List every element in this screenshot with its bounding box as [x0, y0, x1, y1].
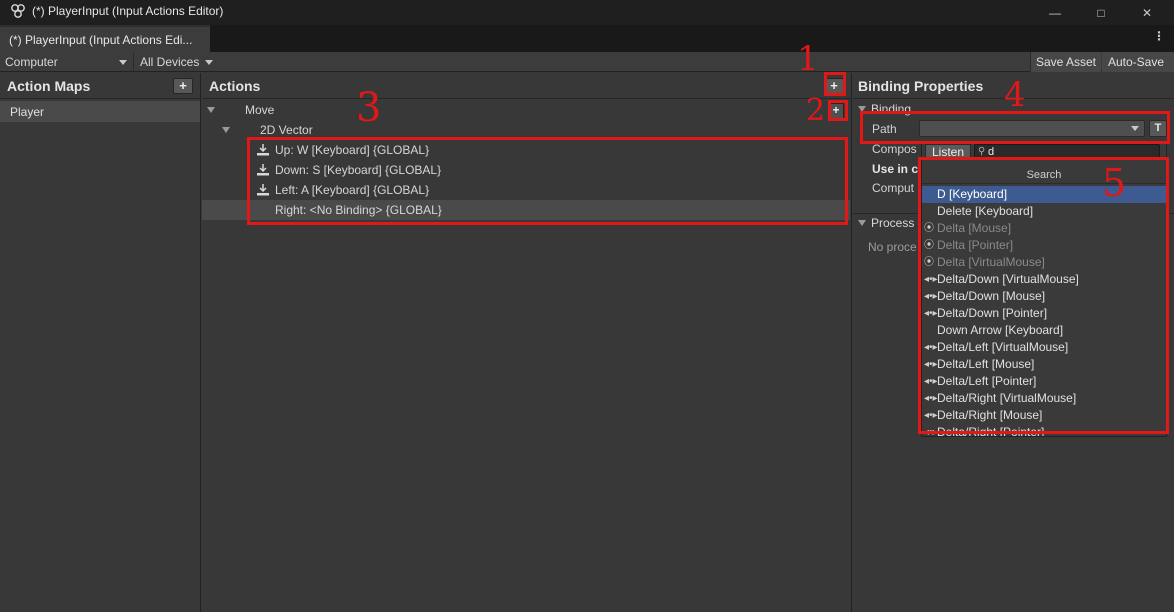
no-processors-label: No proce: [868, 240, 917, 254]
annotation-number-4: 4: [1004, 75, 1026, 115]
window-title: (*) PlayerInput (Input Actions Editor): [32, 4, 224, 18]
fold-arrow-icon[interactable]: [207, 107, 215, 113]
annotation-number-2: 2: [806, 93, 826, 128]
composite-label: 2D Vector: [260, 123, 313, 137]
add-action-map-button[interactable]: +: [173, 78, 193, 94]
fold-arrow-icon[interactable]: [222, 127, 230, 133]
control-scheme-dropdown[interactable]: Computer: [0, 52, 134, 72]
title-bar: (*) PlayerInput (Input Actions Editor) —…: [0, 0, 1174, 25]
actions-header: Actions +: [202, 73, 852, 99]
devices-dropdown[interactable]: All Devices: [135, 52, 215, 72]
tab-menu-icon[interactable]: ⋮: [1150, 29, 1168, 47]
action-maps-panel: Action Maps + Player: [0, 73, 201, 612]
annotation-number-1: 1: [797, 39, 819, 79]
annotation-number-5: 5: [1102, 161, 1127, 205]
processors-label: Process: [871, 216, 915, 230]
action-row-move[interactable]: Move: [202, 100, 850, 120]
tab-player-input[interactable]: (*) PlayerInput (Input Actions Edi...: [0, 25, 210, 52]
chevron-down-icon: [205, 60, 213, 65]
save-asset-button[interactable]: Save Asset: [1030, 52, 1101, 72]
minimize-button[interactable]: —: [1032, 0, 1078, 25]
close-button[interactable]: ✕: [1124, 0, 1170, 25]
use-in-control-scheme-label: Use in c: [872, 162, 919, 176]
annotation-box-1: [824, 72, 846, 96]
action-label: Move: [245, 103, 275, 117]
fold-arrow-icon[interactable]: [858, 220, 866, 226]
annotation-box-2: [828, 100, 848, 121]
computer-scheme-label: Comput: [872, 181, 915, 195]
tab-label: (*) PlayerInput (Input Actions Edi...: [9, 33, 193, 47]
toolbar: Computer All Devices Save Asset Auto-Sav…: [0, 52, 1174, 72]
annotation-number-3: 3: [356, 85, 382, 131]
maximize-button[interactable]: □: [1078, 0, 1124, 25]
unity-logo-icon: [11, 4, 25, 18]
actions-title: Actions: [209, 78, 261, 94]
action-map-item-player[interactable]: Player: [0, 101, 200, 122]
auto-save-toggle[interactable]: Auto-Save: [1102, 52, 1174, 72]
tab-strip: (*) PlayerInput (Input Actions Edi... ⋮: [0, 25, 1174, 52]
annotation-box-4: [860, 111, 1170, 144]
control-scheme-value: Computer: [5, 55, 58, 69]
action-maps-title: Action Maps: [7, 78, 91, 94]
annotation-box-3: [247, 137, 848, 225]
action-maps-header: Action Maps +: [0, 73, 201, 99]
devices-value: All Devices: [140, 55, 200, 69]
annotation-box-5: [918, 157, 1169, 434]
action-map-label: Player: [10, 105, 45, 119]
composite-label: Compos: [872, 142, 917, 156]
binding-properties-title: Binding Properties: [858, 78, 984, 94]
magnifier-icon: ⚲: [978, 146, 986, 157]
chevron-down-icon: [119, 60, 127, 65]
